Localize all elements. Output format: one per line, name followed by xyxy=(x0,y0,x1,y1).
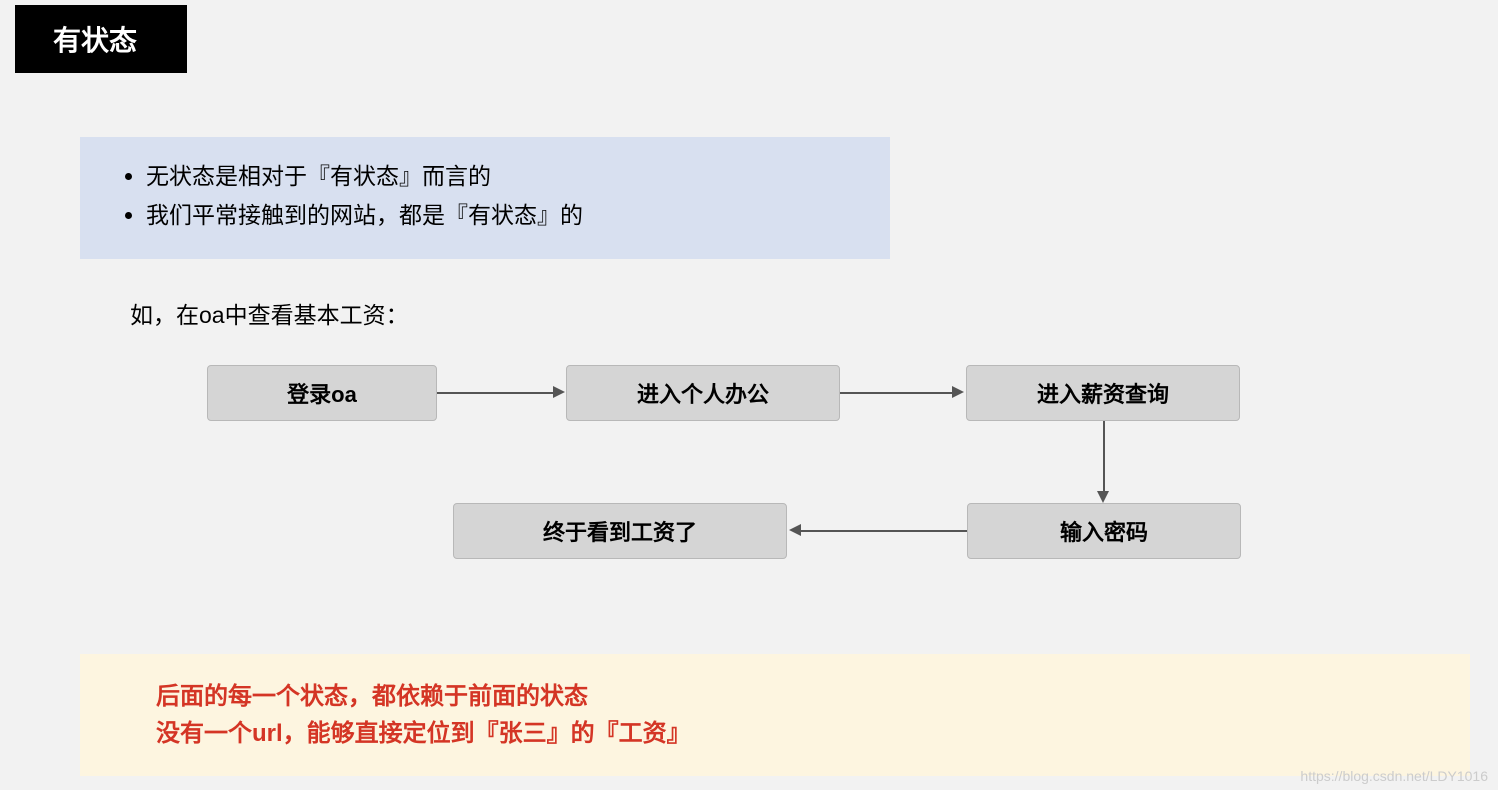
conclusion-line: 没有一个url，能够直接定位到『张三』的『工资』 xyxy=(156,715,1394,752)
intro-panel: 无状态是相对于『有状态』而言的 我们平常接触到的网站，都是『有状态』的 xyxy=(80,137,890,259)
page-title-text: 有状态 xyxy=(53,25,137,56)
flow-node-login: 登录oa xyxy=(207,365,437,421)
watermark: https://blog.csdn.net/LDY1016 xyxy=(1300,768,1488,784)
flow-node-salary-query: 进入薪资查询 xyxy=(966,365,1240,421)
flow-node-label: 进入个人办公 xyxy=(637,377,769,409)
arrow-icon xyxy=(1103,421,1105,493)
example-subtitle: 如，在oa中查看基本工资： xyxy=(130,296,409,330)
flow-node-personal: 进入个人办公 xyxy=(566,365,840,421)
arrow-head-icon xyxy=(1097,491,1109,503)
flow-node-label: 终于看到工资了 xyxy=(543,515,697,547)
arrow-icon xyxy=(840,392,954,394)
intro-bullet: 我们平常接触到的网站，都是『有状态』的 xyxy=(146,196,850,235)
arrow-head-icon xyxy=(952,386,964,398)
arrow-icon xyxy=(437,392,555,394)
arrow-head-icon xyxy=(789,524,801,536)
flow-node-label: 登录oa xyxy=(287,377,357,409)
flow-node-result: 终于看到工资了 xyxy=(453,503,787,559)
flow-node-password: 输入密码 xyxy=(967,503,1241,559)
arrow-icon xyxy=(800,530,967,532)
page-title: 有状态 xyxy=(15,5,187,73)
conclusion-panel: 后面的每一个状态，都依赖于前面的状态 没有一个url，能够直接定位到『张三』的『… xyxy=(80,654,1470,776)
intro-bullet: 无状态是相对于『有状态』而言的 xyxy=(146,157,850,196)
flow-node-label: 输入密码 xyxy=(1060,515,1148,547)
arrow-head-icon xyxy=(553,386,565,398)
flow-node-label: 进入薪资查询 xyxy=(1037,377,1169,409)
conclusion-line: 后面的每一个状态，都依赖于前面的状态 xyxy=(156,678,1394,715)
